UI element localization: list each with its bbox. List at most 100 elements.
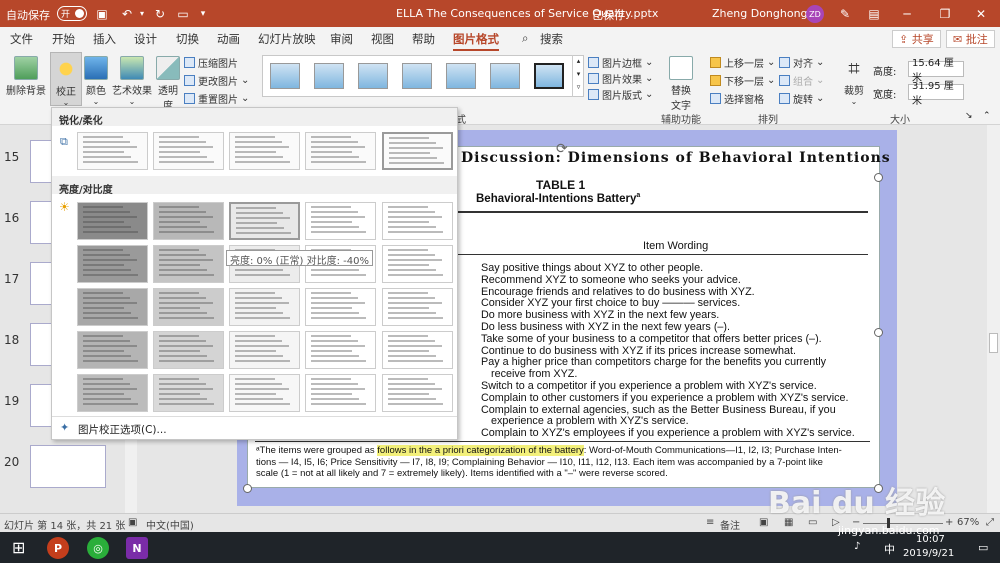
picture-style-6[interactable] xyxy=(490,63,520,89)
transparency-button[interactable]: 透明 度 xyxy=(154,56,182,112)
undo-icon[interactable]: ↶ xyxy=(117,0,137,27)
scrollbar-thumb[interactable] xyxy=(989,333,998,353)
tab-help[interactable]: 帮助 xyxy=(412,31,435,47)
powerpoint-taskbar-icon[interactable]: P xyxy=(47,537,69,559)
brightness-contrast-preset[interactable] xyxy=(153,245,224,283)
brightness-contrast-preset[interactable] xyxy=(77,331,148,369)
crop-button[interactable]: ⌗ 裁剪 ⌄ xyxy=(840,56,868,106)
zoom-in-icon[interactable]: + xyxy=(945,517,953,528)
sharpen-preset[interactable] xyxy=(77,132,148,170)
customize-qat-icon[interactable]: ▾ xyxy=(196,0,210,27)
brightness-contrast-preset[interactable] xyxy=(77,202,148,240)
minimize-icon[interactable]: ─ xyxy=(892,0,922,27)
corrections-button[interactable]: 校正 ⌄ xyxy=(50,52,82,107)
ribbon-display-icon[interactable]: ▤ xyxy=(864,0,884,27)
present-icon[interactable]: ▭ xyxy=(173,0,193,27)
brightness-contrast-preset[interactable] xyxy=(305,202,376,240)
brightness-contrast-preset[interactable] xyxy=(382,374,453,412)
brightness-contrast-preset[interactable] xyxy=(382,202,453,240)
zoom-level[interactable]: 67% xyxy=(957,517,979,528)
volume-icon[interactable]: ♪ xyxy=(854,541,860,552)
brightness-contrast-preset[interactable] xyxy=(382,331,453,369)
width-input[interactable]: 31.95 厘米 xyxy=(908,81,964,107)
alt-text-button[interactable]: 替换 文字 xyxy=(664,56,698,112)
picture-style-7[interactable] xyxy=(534,63,564,89)
restore-icon[interactable]: ❐ xyxy=(930,0,960,27)
brightness-contrast-preset[interactable] xyxy=(153,202,224,240)
tab-animations[interactable]: 动画 xyxy=(217,31,240,47)
picture-style-3[interactable] xyxy=(358,63,388,89)
brightness-contrast-preset[interactable] xyxy=(153,331,224,369)
brightness-contrast-preset[interactable] xyxy=(77,245,148,283)
spelling-icon[interactable]: ▣ xyxy=(128,517,137,528)
brightness-contrast-preset[interactable] xyxy=(229,374,300,412)
sharpen-preset[interactable] xyxy=(305,132,376,170)
compress-pictures-button[interactable]: 压缩图片 xyxy=(184,55,238,70)
color-button[interactable]: 颜色 ⌄ xyxy=(84,56,108,106)
tab-transitions[interactable]: 切换 xyxy=(176,31,199,47)
slide-thumbnail-20[interactable] xyxy=(30,445,106,488)
brightness-contrast-preset[interactable] xyxy=(305,331,376,369)
comments-button[interactable]: ✉ 批注 xyxy=(946,30,995,48)
save-icon[interactable]: ▣ xyxy=(92,0,112,27)
brightness-contrast-preset[interactable] xyxy=(77,374,148,412)
send-backward-button[interactable]: 下移一层 ⌄ xyxy=(710,73,775,88)
artistic-effects-button[interactable]: 艺术效果 ⌄ xyxy=(111,56,153,106)
brightness-contrast-preset[interactable] xyxy=(305,374,376,412)
picture-style-4[interactable] xyxy=(402,63,432,89)
share-button[interactable]: ⇪ 共享 xyxy=(892,30,941,48)
wechat-taskbar-icon[interactable]: ◎ xyxy=(87,537,109,559)
search-label[interactable]: 搜索 xyxy=(540,31,563,47)
brightness-contrast-preset[interactable] xyxy=(382,288,453,326)
remove-background-button[interactable]: 删除背景 xyxy=(5,56,47,97)
windows-start-icon[interactable]: ⊞ xyxy=(12,538,25,557)
sharpen-preset[interactable] xyxy=(229,132,300,170)
brightness-contrast-preset[interactable] xyxy=(305,288,376,326)
brightness-contrast-preset[interactable] xyxy=(153,288,224,326)
autosave-toggle[interactable]: 开 xyxy=(57,6,87,21)
sharpen-preset[interactable] xyxy=(153,132,224,170)
change-picture-button[interactable]: 更改图片 ⌄ xyxy=(184,73,249,88)
notification-icon[interactable]: ▭ xyxy=(978,541,988,554)
collapse-ribbon-icon[interactable]: ⌃ xyxy=(983,111,991,121)
ime-indicator[interactable]: 中 xyxy=(884,541,895,557)
picture-border-button[interactable]: 图片边框 ⌄ xyxy=(588,55,653,70)
reset-picture-button[interactable]: 重置图片 ⌄ xyxy=(184,91,249,106)
redo-icon[interactable]: ↻ xyxy=(150,0,170,27)
resize-handle[interactable] xyxy=(874,173,883,182)
tab-view[interactable]: 视图 xyxy=(371,31,394,47)
tab-home[interactable]: 开始 xyxy=(52,31,75,47)
avatar[interactable]: ZD xyxy=(806,5,824,23)
notes-button[interactable]: 备注 xyxy=(720,517,740,532)
fit-slide-icon[interactable]: ⤢ xyxy=(986,517,994,528)
search-icon[interactable]: ⌕ xyxy=(522,31,528,46)
sharpen-preset[interactable] xyxy=(382,132,453,170)
brightness-contrast-preset[interactable] xyxy=(153,374,224,412)
brightness-contrast-preset[interactable] xyxy=(382,245,453,283)
onenote-taskbar-icon[interactable]: N xyxy=(126,537,148,559)
brightness-contrast-preset[interactable] xyxy=(229,331,300,369)
picture-style-1[interactable] xyxy=(270,63,300,89)
undo-dropdown-icon[interactable]: ▾ xyxy=(137,0,147,27)
picture-corrections-options-link[interactable]: 图片校正选项(C)... xyxy=(78,422,167,437)
resize-handle[interactable] xyxy=(874,328,883,337)
language-status[interactable]: 中文(中国) xyxy=(146,517,194,532)
picture-style-2[interactable] xyxy=(314,63,344,89)
resize-handle[interactable] xyxy=(243,484,252,493)
notes-icon[interactable]: ≡ xyxy=(706,517,714,528)
tab-slideshow[interactable]: 幻灯片放映 xyxy=(258,31,316,47)
close-icon[interactable]: ✕ xyxy=(966,0,996,27)
picture-style-5[interactable] xyxy=(446,63,476,89)
brightness-contrast-preset[interactable] xyxy=(229,202,300,240)
tab-design[interactable]: 设计 xyxy=(134,31,157,47)
tab-file[interactable]: 文件 xyxy=(10,31,33,47)
picture-layout-button[interactable]: 图片版式 ⌄ xyxy=(588,87,653,102)
tab-review[interactable]: 审阅 xyxy=(330,31,353,47)
tab-picture-format[interactable]: 图片格式 xyxy=(453,31,499,51)
height-input[interactable]: 15.64 厘米 xyxy=(908,58,964,84)
size-dialog-launcher-icon[interactable]: ↘ xyxy=(965,111,973,121)
bring-forward-button[interactable]: 上移一层 ⌄ xyxy=(710,55,775,70)
canvas-scrollbar[interactable] xyxy=(987,125,1000,513)
align-button[interactable]: 对齐 ⌄ xyxy=(779,55,824,70)
rotate-button[interactable]: 旋转 ⌄ xyxy=(779,91,824,106)
